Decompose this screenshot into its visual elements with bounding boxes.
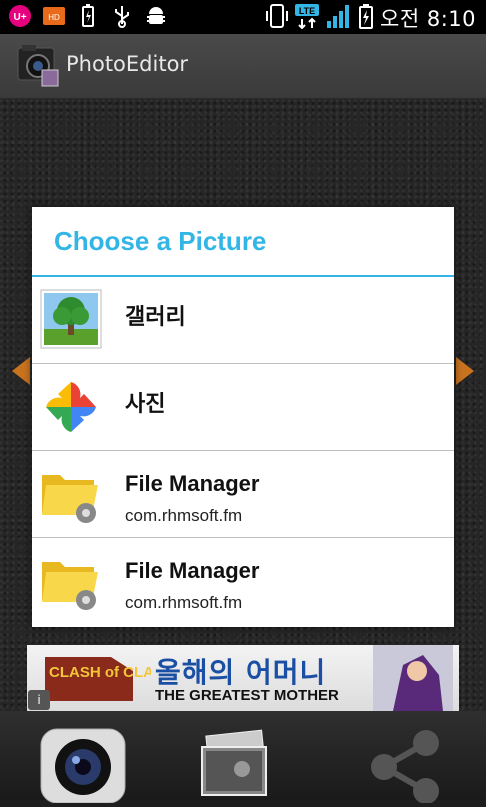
action-bar: PhotoEditor: [0, 34, 486, 99]
battery-icon: [358, 3, 374, 33]
lte-icon: LTE: [294, 3, 320, 33]
bottom-toolbar: [0, 711, 486, 804]
photos-stack-icon: [201, 729, 267, 796]
share-icon: [371, 730, 439, 804]
option-sublabel: com.rhmsoft.fm: [125, 506, 243, 525]
carrier-icon: U+: [8, 4, 32, 28]
hd-icon: HD: [42, 4, 66, 28]
option-photos[interactable]: 사진: [32, 364, 454, 451]
option-file-manager-2[interactable]: File Manager com.rhmsoft.fm: [32, 538, 454, 625]
dialog-title: Choose a Picture: [32, 207, 454, 277]
google-photos-icon: [40, 376, 102, 438]
ad-logo-text: CLASH of CLANS: [49, 664, 151, 681]
app-title: PhotoEditor: [66, 52, 189, 76]
status-bar: U+ HD LTE 오전 8:10: [0, 0, 486, 34]
gallery-tree-icon: [40, 289, 102, 351]
ad-subline: THE GREATEST MOTHER: [155, 687, 339, 704]
carrier-badge-text: U+: [13, 12, 26, 23]
ad-banner[interactable]: CLASH of CLANS 올해의 어머니 THE GREATEST MOTH…: [27, 645, 459, 711]
option-label: File Manager: [125, 558, 260, 583]
folder-gear-icon: [40, 463, 102, 525]
vibrate-icon: [266, 3, 289, 33]
android-debug-icon: [144, 4, 168, 28]
prev-arrow-icon[interactable]: [12, 357, 30, 385]
camera-button[interactable]: [40, 725, 126, 804]
status-clock: 오전 8:10: [380, 7, 476, 31]
ad-character-image: [373, 645, 453, 711]
ad-headline: 올해의 어머니: [155, 656, 327, 689]
folder-gear-icon: [40, 550, 102, 612]
option-label: 갤러리: [125, 304, 186, 329]
option-label: File Manager: [125, 471, 260, 496]
gallery-button[interactable]: [198, 729, 278, 799]
battery-charging-icon: [76, 4, 100, 28]
choose-picture-dialog: Choose a Picture 갤러리 사진 File Manager com…: [32, 207, 454, 627]
option-gallery[interactable]: 갤러리: [32, 277, 454, 364]
camera-lens-icon: [40, 728, 126, 804]
next-arrow-icon[interactable]: [456, 357, 474, 385]
lte-label: LTE: [299, 6, 315, 16]
share-button[interactable]: [360, 725, 450, 804]
hd-badge-text: HD: [48, 13, 60, 22]
usb-icon: [110, 4, 134, 28]
option-file-manager[interactable]: File Manager com.rhmsoft.fm: [32, 451, 454, 538]
clash-of-clans-logo: CLASH of CLANS: [41, 651, 175, 705]
signal-icon: [326, 3, 352, 33]
ad-info-icon[interactable]: i: [28, 690, 50, 710]
option-sublabel: com.rhmsoft.fm: [125, 593, 243, 612]
option-label: 사진: [125, 391, 166, 416]
app-camera-icon[interactable]: [16, 44, 60, 88]
